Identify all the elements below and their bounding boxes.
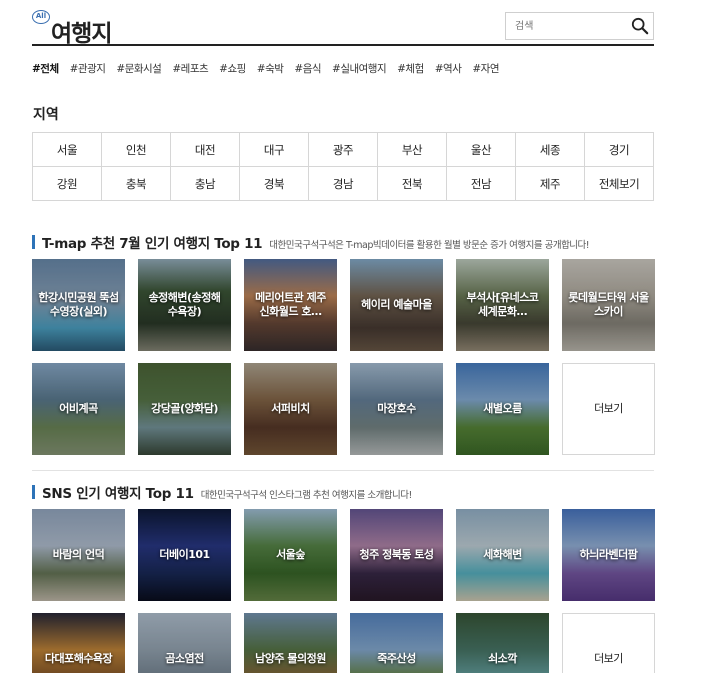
tmap-section-header: T-map 추천 7월 인기 여행지 Top 11 대한민국구석구석은 T-ma…	[32, 232, 590, 252]
destination-card[interactable]: 죽주산성	[350, 613, 443, 673]
destination-card[interactable]: 한강시민공원 뚝섬수영장(실외)	[32, 259, 125, 351]
card-label: 세화해변	[483, 548, 522, 561]
tag-tourist[interactable]: #관광지	[70, 61, 106, 77]
tag-indoor[interactable]: #실내여행지	[332, 61, 387, 77]
region-gwangju[interactable]: 광주	[309, 133, 378, 167]
destination-card[interactable]: 강당골(양화담)	[138, 363, 231, 455]
destination-card[interactable]: 쇠소깍	[456, 613, 549, 673]
more-button[interactable]: 더보기	[562, 363, 655, 455]
card-label: 메리어트관 제주 신화월드 호…	[255, 291, 326, 318]
section-accent-bar	[32, 485, 35, 499]
destination-card[interactable]: 롯데월드타워 서울스카이	[562, 259, 655, 351]
tag-shopping[interactable]: #쇼핑	[219, 61, 246, 77]
all-badge: All	[32, 10, 50, 24]
card-label: 새별오름	[483, 402, 522, 415]
destination-card[interactable]: 헤이리 예술마을	[350, 259, 443, 351]
card-label: 하늬라벤더팜	[579, 548, 638, 561]
search-box	[505, 12, 654, 40]
card-label: 청주 정북동 토성	[359, 548, 435, 561]
tag-nature[interactable]: #자연	[472, 61, 499, 77]
card-label: 롯데월드타워 서울스카이	[568, 291, 649, 318]
tmap-card-grid: 한강시민공원 뚝섬수영장(실외) 송정해변(송정해수욕장) 메리어트관 제주 신…	[32, 259, 655, 455]
card-label: 강당골(양화담)	[151, 402, 218, 415]
sns-section-header: SNS 인기 여행지 Top 11 대한민국구석구석 인스타그램 추천 여행지를…	[32, 482, 412, 502]
tag-leports[interactable]: #레포츠	[172, 61, 208, 77]
card-label: 어비계곡	[59, 402, 98, 415]
section-description: 대한민국구석구석은 T-map빅데이터를 활용한 월별 방문순 증가 여행지를 …	[269, 240, 590, 251]
destination-card[interactable]: 새별오름	[456, 363, 549, 455]
region-seoul[interactable]: 서울	[33, 133, 102, 167]
region-gyeongnam[interactable]: 경남	[309, 167, 378, 201]
search-input[interactable]	[506, 13, 626, 39]
region-grid: 서울 인천 대전 대구 광주 부산 울산 세종 경기 강원 충북 충남 경북 경…	[32, 132, 654, 201]
more-label: 더보기	[594, 652, 623, 665]
card-label: 부석사[유네스코 세계문화…	[466, 291, 539, 318]
destination-card[interactable]: 하늬라벤더팜	[562, 509, 655, 601]
section-accent-bar	[32, 235, 35, 249]
region-busan[interactable]: 부산	[378, 133, 447, 167]
region-title: 지역	[33, 107, 59, 123]
tag-food[interactable]: #음식	[294, 61, 321, 77]
card-label: 바람의 언덕	[52, 548, 105, 561]
destination-card[interactable]: 서퍼비치	[244, 363, 337, 455]
destination-card[interactable]: 세화해변	[456, 509, 549, 601]
region-daegu[interactable]: 대구	[240, 133, 309, 167]
region-incheon[interactable]: 인천	[102, 133, 171, 167]
destination-card[interactable]: 어비계곡	[32, 363, 125, 455]
card-label: 한강시민공원 뚝섬수영장(실외)	[38, 291, 119, 318]
search-icon[interactable]	[631, 17, 649, 35]
sns-card-grid: 바람의 언덕 더베이101 서울숲 청주 정북동 토성 세화해변 하늬라벤더팜 …	[32, 509, 655, 673]
region-sejong[interactable]: 세종	[516, 133, 585, 167]
destination-card[interactable]: 남양주 물의정원	[244, 613, 337, 673]
region-jeonbuk[interactable]: 전북	[378, 167, 447, 201]
destination-card[interactable]: 부석사[유네스코 세계문화…	[456, 259, 549, 351]
destination-card[interactable]: 송정해변(송정해수욕장)	[138, 259, 231, 351]
section-title: T-map 추천 7월 인기 여행지 Top 11	[42, 236, 263, 252]
header: All 여행지	[32, 8, 654, 47]
card-label: 다대포해수욕장	[44, 652, 113, 665]
region-ulsan[interactable]: 울산	[447, 133, 516, 167]
section-divider	[32, 470, 654, 471]
section-title: SNS 인기 여행지 Top 11	[42, 486, 194, 502]
tag-experience[interactable]: #체험	[397, 61, 424, 77]
card-label: 더베이101	[159, 548, 210, 561]
destination-card[interactable]: 청주 정북동 토성	[350, 509, 443, 601]
destination-card[interactable]: 곰소염전	[138, 613, 231, 673]
card-label: 헤이리 예술마을	[361, 298, 432, 311]
region-gangwon[interactable]: 강원	[33, 167, 102, 201]
destination-card[interactable]: 바람의 언덕	[32, 509, 125, 601]
tag-culture[interactable]: #문화시설	[116, 61, 161, 77]
destination-card[interactable]: 메리어트관 제주 신화월드 호…	[244, 259, 337, 351]
section-description: 대한민국구석구석 인스타그램 추천 여행지를 소개합니다!	[200, 490, 413, 501]
more-button[interactable]: 더보기	[562, 613, 655, 673]
region-view-all[interactable]: 전체보기	[585, 167, 654, 201]
card-label: 서울숲	[276, 548, 305, 561]
region-jeonnam[interactable]: 전남	[447, 167, 516, 201]
region-jeju[interactable]: 제주	[516, 167, 585, 201]
destination-card[interactable]: 마장호수	[350, 363, 443, 455]
tag-lodging[interactable]: #숙박	[257, 61, 284, 77]
region-chungbuk[interactable]: 충북	[102, 167, 171, 201]
page-title: 여행지	[51, 21, 112, 47]
region-gyeongbuk[interactable]: 경북	[240, 167, 309, 201]
card-label: 서퍼비치	[271, 402, 310, 415]
card-label: 송정해변(송정해수욕장)	[148, 291, 221, 318]
card-label: 남양주 물의정원	[255, 652, 326, 665]
more-label: 더보기	[594, 402, 623, 415]
region-chungnam[interactable]: 충남	[171, 167, 240, 201]
tag-history[interactable]: #역사	[435, 61, 462, 77]
tag-list: #전체 #관광지 #문화시설 #레포츠 #쇼핑 #숙박 #음식 #실내여행지 #…	[32, 61, 510, 77]
region-gyeonggi[interactable]: 경기	[585, 133, 654, 167]
destination-card[interactable]: 서울숲	[244, 509, 337, 601]
card-label: 곰소염전	[165, 652, 204, 665]
tag-all[interactable]: #전체	[32, 61, 59, 77]
card-label: 쇠소깍	[488, 652, 517, 665]
region-daejeon[interactable]: 대전	[171, 133, 240, 167]
card-label: 죽주산성	[377, 652, 416, 665]
destination-card[interactable]: 더베이101	[138, 509, 231, 601]
card-label: 마장호수	[377, 402, 416, 415]
destination-card[interactable]: 다대포해수욕장	[32, 613, 125, 673]
